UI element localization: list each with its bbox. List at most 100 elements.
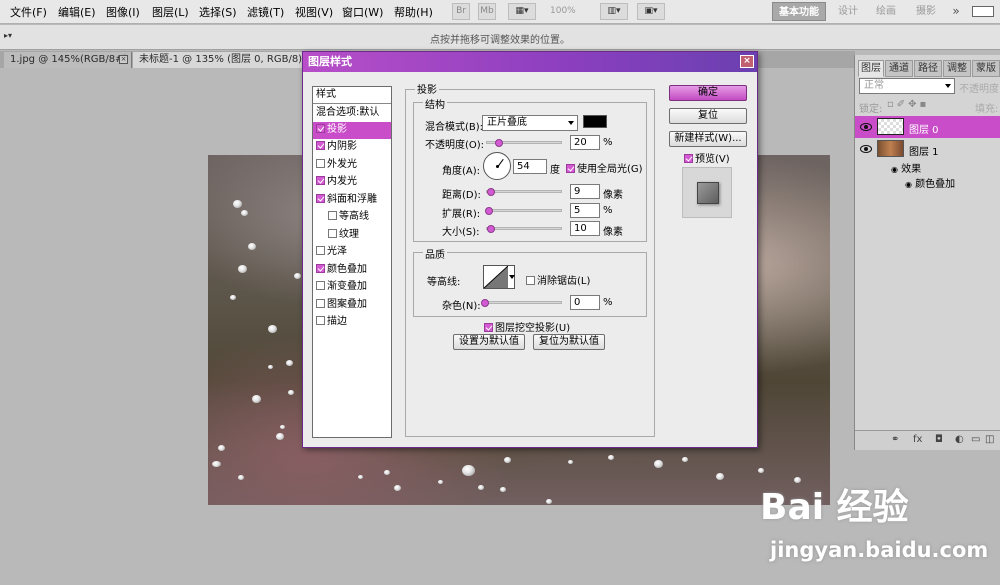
workspace-essentials[interactable]: 基本功能 — [772, 2, 826, 21]
close-icon[interactable]: × — [119, 55, 128, 64]
contour-checkbox[interactable] — [328, 211, 337, 220]
preview-option[interactable]: 预览(V) — [684, 150, 730, 165]
folder-icon[interactable]: ▭ — [971, 434, 980, 445]
global-light-checkbox[interactable] — [566, 164, 575, 173]
ok-button[interactable]: 确定 — [669, 85, 747, 101]
menu-select[interactable]: 选择(S) — [199, 4, 237, 20]
dialog-title-bar[interactable]: 图层样式 × — [303, 52, 757, 72]
document-tab[interactable]: 1.jpg @ 145%(RGB/8#) × — [4, 52, 132, 68]
style-gradient-overlay[interactable]: 渐变叠加 — [313, 279, 391, 296]
mask-icon[interactable]: ◘ — [935, 434, 943, 445]
visibility-eye-icon[interactable]: ◉ — [891, 165, 898, 174]
style-inner-glow[interactable]: 内发光 — [313, 174, 391, 191]
style-inner-shadow[interactable]: 内阴影 — [313, 139, 391, 156]
bridge-icon[interactable]: Br — [452, 3, 470, 20]
menu-layer[interactable]: 图层(L) — [152, 4, 189, 20]
noise-slider[interactable] — [483, 301, 562, 304]
size-slider-handle[interactable] — [487, 225, 495, 233]
antialias-option[interactable]: 消除锯齿(L) — [526, 272, 590, 287]
drop-shadow-checkbox[interactable] — [316, 124, 325, 133]
pattern-overlay-checkbox[interactable] — [316, 299, 325, 308]
angle-input[interactable]: 54 — [513, 159, 547, 174]
distance-slider-handle[interactable] — [487, 188, 495, 196]
contour-picker[interactable] — [483, 265, 515, 289]
cs-live-icon[interactable] — [972, 6, 994, 17]
styles-header[interactable]: 样式 — [313, 87, 391, 104]
style-satin[interactable]: 光泽 — [313, 244, 391, 261]
spread-slider-handle[interactable] — [485, 207, 493, 215]
new-style-button[interactable]: 新建样式(W)... — [669, 131, 747, 147]
close-icon[interactable]: × — [740, 55, 754, 68]
screen-mode-icon[interactable]: ▣▾ — [637, 3, 665, 20]
style-drop-shadow[interactable]: 投影 — [313, 122, 391, 139]
noise-slider-handle[interactable] — [481, 299, 489, 307]
layer-row-selected[interactable]: 图层 0 — [855, 116, 1000, 138]
arrange-documents-icon[interactable]: ▥▾ — [600, 3, 628, 20]
gradient-overlay-checkbox[interactable] — [316, 281, 325, 290]
spread-input[interactable]: 5 — [570, 203, 600, 218]
tab-adjustments[interactable]: 调整 — [943, 60, 971, 77]
view-extras-icon[interactable]: ▦▾ — [508, 3, 536, 20]
noise-input[interactable]: 0 — [570, 295, 600, 310]
satin-checkbox[interactable] — [316, 246, 325, 255]
knockout-option[interactable]: 图层挖空投影(U) — [484, 319, 570, 334]
layer-row[interactable]: 图层 1 — [855, 138, 1000, 160]
workspace-painting[interactable]: 绘画 — [870, 2, 902, 21]
layer-blend-mode-select[interactable]: 正常 — [859, 78, 955, 94]
inner-shadow-checkbox[interactable] — [316, 141, 325, 150]
shadow-color-swatch[interactable] — [583, 115, 607, 128]
menu-file[interactable]: 文件(F) — [10, 4, 47, 20]
distance-input[interactable]: 9 — [570, 184, 600, 199]
workspace-photography[interactable]: 摄影 — [910, 2, 942, 21]
reset-default-button[interactable]: 复位为默认值 — [533, 334, 605, 350]
visibility-eye-icon[interactable] — [860, 123, 872, 131]
style-bevel-emboss[interactable]: 斜面和浮雕 — [313, 192, 391, 209]
bevel-emboss-checkbox[interactable] — [316, 194, 325, 203]
workspace-design[interactable]: 设计 — [832, 2, 864, 21]
inner-glow-checkbox[interactable] — [316, 176, 325, 185]
outer-glow-checkbox[interactable] — [316, 159, 325, 168]
style-contour[interactable]: 等高线 — [313, 209, 391, 226]
style-color-overlay[interactable]: 颜色叠加 — [313, 262, 391, 279]
tab-channels[interactable]: 通道 — [885, 60, 913, 77]
effects-row[interactable]: ◉ 效果 — [891, 160, 921, 175]
tab-layers[interactable]: 图层 — [858, 60, 884, 77]
knockout-checkbox[interactable] — [484, 323, 493, 332]
tool-preset-icon[interactable]: ▸▾ — [4, 31, 12, 40]
menu-window[interactable]: 窗口(W) — [342, 4, 383, 20]
stroke-checkbox[interactable] — [316, 316, 325, 325]
angle-dial[interactable] — [483, 152, 511, 180]
preview-checkbox[interactable] — [684, 154, 693, 163]
style-stroke[interactable]: 描边 — [313, 314, 391, 331]
tab-masks[interactable]: 蒙版 — [972, 60, 1000, 77]
lock-icons[interactable]: ▫✐✥▪ — [887, 99, 929, 110]
menu-edit[interactable]: 编辑(E) — [58, 4, 96, 20]
menu-help[interactable]: 帮助(H) — [394, 4, 433, 20]
size-slider[interactable] — [486, 227, 562, 230]
spread-slider[interactable] — [486, 209, 562, 212]
color-overlay-checkbox[interactable] — [316, 264, 325, 273]
distance-slider[interactable] — [486, 190, 562, 193]
link-icon[interactable]: ⚭ — [891, 434, 899, 445]
document-tab-active[interactable]: 未标题-1 @ 135% (图层 0, RGB/8) — [133, 52, 305, 68]
effect-item-row[interactable]: ◉ 颜色叠加 — [905, 175, 955, 190]
style-pattern-overlay[interactable]: 图案叠加 — [313, 297, 391, 314]
antialias-checkbox[interactable] — [526, 276, 535, 285]
style-texture[interactable]: 纹理 — [313, 227, 391, 244]
new-layer-icon[interactable]: ◫ — [985, 434, 994, 445]
style-outer-glow[interactable]: 外发光 — [313, 157, 391, 174]
minibridge-icon[interactable]: Mb — [478, 3, 496, 20]
blend-mode-select[interactable]: 正片叠底 — [482, 115, 578, 131]
reset-button[interactable]: 复位 — [669, 108, 747, 124]
style-blending-options[interactable]: 混合选项:默认 — [313, 105, 391, 122]
adjustment-icon[interactable]: ◐ — [955, 434, 964, 445]
visibility-eye-icon[interactable]: ◉ — [905, 180, 912, 189]
menu-view[interactable]: 视图(V) — [295, 4, 333, 20]
global-light-option[interactable]: 使用全局光(G) — [566, 160, 643, 175]
opacity-slider-handle[interactable] — [495, 139, 503, 147]
menu-image[interactable]: 图像(I) — [106, 4, 140, 20]
fx-icon[interactable]: fx — [913, 434, 922, 445]
more-workspaces-icon[interactable]: » — [948, 2, 964, 21]
zoom-level[interactable]: 100% — [550, 6, 576, 16]
set-default-button[interactable]: 设置为默认值 — [453, 334, 525, 350]
